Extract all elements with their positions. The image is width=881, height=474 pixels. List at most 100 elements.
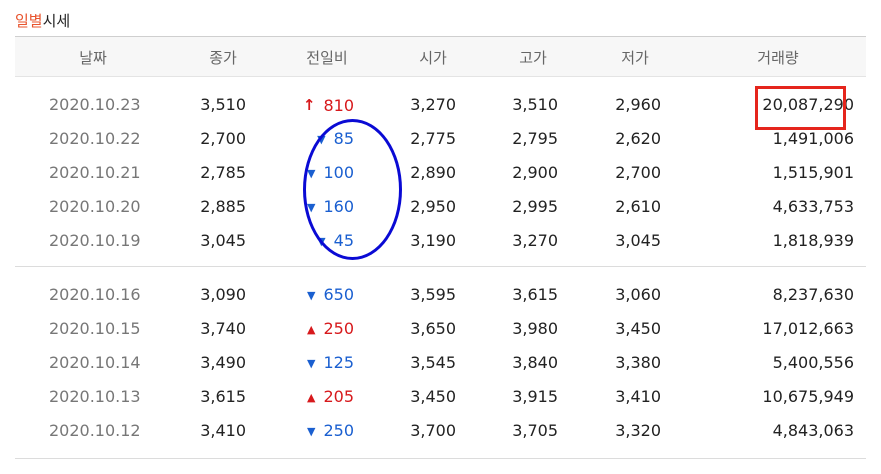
row-date: 2020.10.16 xyxy=(49,285,141,304)
row-high: 3,980 xyxy=(512,319,558,338)
row-open: 3,450 xyxy=(410,387,456,406)
row-close: 3,090 xyxy=(200,285,246,304)
bottom-divider xyxy=(15,458,866,459)
table-row: 2020.10.15 3,740 3,650 3,980 3,450 17,012,663… xyxy=(15,312,866,346)
row-volume: 17,012,663 xyxy=(762,319,854,338)
row-volume: 1,818,939 xyxy=(772,231,854,250)
row-low: 3,060 xyxy=(615,285,661,304)
row-date: 2020.10.12 xyxy=(49,421,141,440)
up-triangle-icon: ▲ xyxy=(306,391,316,404)
row-low: 2,610 xyxy=(615,197,661,216)
up-triangle-icon: ▲ xyxy=(306,323,316,336)
row-low: 3,320 xyxy=(615,421,661,440)
row-volume: 1,515,901 xyxy=(772,163,854,182)
row-close: 3,410 xyxy=(200,421,246,440)
row-close: 3,045 xyxy=(200,231,246,250)
header-close: 종가 xyxy=(209,49,237,67)
header-low: 저가 xyxy=(621,49,649,67)
row-close: 2,885 xyxy=(200,197,246,216)
table-row: 2020.10.21 2,785 2,890 2,900 2,700 1,515,901 ▼… xyxy=(15,156,866,190)
row-low: 2,960 xyxy=(615,95,661,114)
row-close: 3,615 xyxy=(200,387,246,406)
change-highlight-oval xyxy=(303,119,402,260)
section-title: 일별시세 xyxy=(15,10,70,31)
row-date: 2020.10.15 xyxy=(49,319,141,338)
row-change-value: 205 xyxy=(323,387,354,406)
row-high: 2,995 xyxy=(512,197,558,216)
row-change: ▲ 250 xyxy=(307,319,354,340)
table-header: 날짜 종가 전일비 시가 고가 저가 거래량 xyxy=(15,37,866,77)
row-high: 3,915 xyxy=(512,387,558,406)
row-close: 3,510 xyxy=(200,95,246,114)
header-open: 시가 xyxy=(419,49,447,67)
row-close: 2,785 xyxy=(200,163,246,182)
row-change: ▼ 125 xyxy=(307,353,354,374)
row-high: 3,510 xyxy=(512,95,558,114)
row-date: 2020.10.13 xyxy=(49,387,141,406)
row-volume: 4,843,063 xyxy=(772,421,854,440)
row-date: 2020.10.20 xyxy=(49,197,141,216)
row-change: ↑ 810 xyxy=(303,95,354,116)
row-volume: 1,491,006 xyxy=(772,129,854,148)
row-low: 3,380 xyxy=(615,353,661,372)
section-title-accent: 일별 xyxy=(15,12,43,30)
table-row: 2020.10.19 3,045 3,190 3,270 3,045 1,818,939 ▼… xyxy=(15,224,866,258)
up-arrow-icon: ↑ xyxy=(302,96,316,114)
down-triangle-icon: ▼ xyxy=(306,289,316,302)
row-low: 2,700 xyxy=(615,163,661,182)
row-change-value: 650 xyxy=(323,285,354,304)
row-open: 3,545 xyxy=(410,353,456,372)
header-volume: 거래량 xyxy=(757,49,799,67)
row-volume: 8,237,630 xyxy=(772,285,854,304)
row-close: 3,740 xyxy=(200,319,246,338)
table-row: 2020.10.23 3,510 3,270 3,510 2,960 20,087,290… xyxy=(15,88,866,122)
row-high: 2,900 xyxy=(512,163,558,182)
row-high: 3,615 xyxy=(512,285,558,304)
row-change-value: 250 xyxy=(323,421,354,440)
row-volume: 5,400,556 xyxy=(772,353,854,372)
row-change: ▼ 250 xyxy=(307,421,354,442)
row-change: ▲ 205 xyxy=(307,387,354,408)
row-change-value: 250 xyxy=(323,319,354,338)
row-open: 3,700 xyxy=(410,421,456,440)
row-date: 2020.10.21 xyxy=(49,163,141,182)
row-high: 3,840 xyxy=(512,353,558,372)
header-change: 전일비 xyxy=(306,49,348,67)
row-change-value: 125 xyxy=(323,353,354,372)
row-open: 2,775 xyxy=(410,129,456,148)
row-low: 2,620 xyxy=(615,129,661,148)
row-date: 2020.10.22 xyxy=(49,129,141,148)
table-row: 2020.10.16 3,090 3,595 3,615 3,060 8,237,630 ▼… xyxy=(15,278,866,312)
row-close: 2,700 xyxy=(200,129,246,148)
row-high: 3,270 xyxy=(512,231,558,250)
row-high: 2,795 xyxy=(512,129,558,148)
header-date: 날짜 xyxy=(79,49,107,67)
row-open: 3,190 xyxy=(410,231,456,250)
row-date: 2020.10.23 xyxy=(49,95,141,114)
row-close: 3,490 xyxy=(200,353,246,372)
down-triangle-icon: ▼ xyxy=(306,425,316,438)
row-change: ▼ 650 xyxy=(307,285,354,306)
row-volume: 4,633,753 xyxy=(772,197,854,216)
section-title-rest: 시세 xyxy=(42,12,71,30)
row-open: 2,890 xyxy=(410,163,456,182)
row-date: 2020.10.19 xyxy=(49,231,141,250)
row-date: 2020.10.14 xyxy=(49,353,141,372)
header-high: 고가 xyxy=(519,49,547,67)
table-row: 2020.10.14 3,490 3,545 3,840 3,380 5,400,556 ▼… xyxy=(15,346,866,380)
row-open: 3,270 xyxy=(410,95,456,114)
table-row: 2020.10.12 3,410 3,700 3,705 3,320 4,843,063 ▼… xyxy=(15,414,866,448)
volume-highlight-box xyxy=(755,86,846,130)
row-open: 3,595 xyxy=(410,285,456,304)
table-row: 2020.10.22 2,700 2,775 2,795 2,620 1,491,006 ▼… xyxy=(15,122,866,156)
row-open: 2,950 xyxy=(410,197,456,216)
row-low: 3,410 xyxy=(615,387,661,406)
table-row: 2020.10.20 2,885 2,950 2,995 2,610 4,633,753 ▼… xyxy=(15,190,866,224)
row-volume: 10,675,949 xyxy=(762,387,854,406)
row-low: 3,450 xyxy=(615,319,661,338)
row-change-value: 810 xyxy=(323,96,354,115)
down-triangle-icon: ▼ xyxy=(306,357,316,370)
row-high: 3,705 xyxy=(512,421,558,440)
row-open: 3,650 xyxy=(410,319,456,338)
row-low: 3,045 xyxy=(615,231,661,250)
